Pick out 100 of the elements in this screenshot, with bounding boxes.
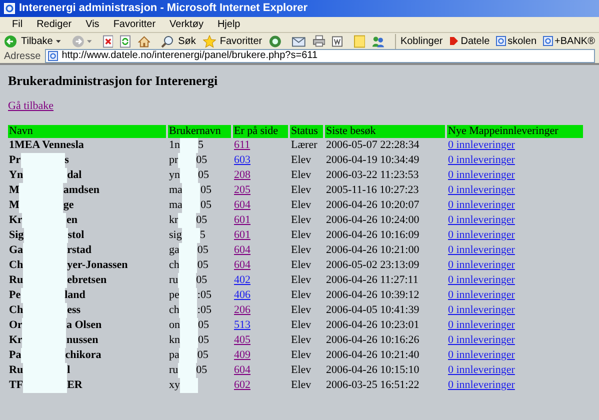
home-icon[interactable]	[138, 34, 150, 48]
deliveries-link[interactable]: 0 innleveringer	[448, 379, 515, 391]
name-cell-text: 1MEA Vennesla	[8, 138, 85, 153]
menu-item[interactable]: Vis	[86, 17, 100, 32]
date-cell-text: 2006-03-25 16:51:22	[325, 378, 420, 393]
deliveries-link[interactable]: 0 innleveringer	[448, 304, 515, 316]
deliveries-link[interactable]: 0 innleveringer	[448, 349, 515, 361]
globe-icon[interactable]	[269, 34, 282, 48]
date-cell-text: 2006-04-26 10:15:10	[325, 363, 420, 378]
deliveries-link[interactable]: 0 innleveringer	[448, 289, 515, 301]
printer-icon[interactable]	[312, 35, 326, 47]
refresh-icon[interactable]	[120, 34, 131, 48]
name-cell-text: Ch ess	[8, 303, 82, 318]
username-cell-text: yn 05	[168, 168, 210, 183]
name-cell-text: Yn dal	[8, 168, 83, 183]
star-icon	[202, 34, 216, 48]
username-cell: xy	[168, 378, 231, 393]
username-cell-text: ru 05	[168, 363, 208, 378]
name-cell-text: Ga rstad	[8, 243, 93, 258]
page-link[interactable]: 603	[234, 154, 250, 166]
page-link[interactable]: 406	[234, 289, 250, 301]
status-cell-text: Elev	[290, 363, 312, 378]
page-link[interactable]: 604	[234, 364, 250, 376]
menu-item[interactable]: Verktøy	[170, 17, 204, 32]
name-cell-text: Sig stol	[8, 228, 86, 243]
dropdown-caret-icon[interactable]	[56, 40, 61, 42]
status-cell-text: Elev	[290, 168, 312, 183]
bookmark-link[interactable]: +BANK®	[542, 34, 595, 48]
column-header: Nye Mappeinnleveringer	[447, 125, 583, 138]
menu-item[interactable]: Hjelp	[217, 17, 240, 32]
date-cell-text: 2006-04-26 10:21:00	[325, 243, 420, 258]
page-link[interactable]: 208	[234, 169, 250, 181]
favorites-button[interactable]: Favoritter	[202, 34, 262, 48]
page-link[interactable]: 409	[234, 349, 250, 361]
page-link[interactable]: 602	[234, 379, 250, 391]
deliveries-link[interactable]: 0 innleveringer	[448, 319, 515, 331]
deliveries-link[interactable]: 0 innleveringer	[448, 139, 515, 151]
username-cell-text: 1n 5	[168, 138, 204, 153]
status-cell-text: Elev	[290, 153, 312, 168]
username-cell-text: pa 05	[168, 348, 210, 363]
status-cell-text: Elev	[290, 183, 312, 198]
links-label: Koblinger	[400, 34, 443, 48]
redaction-block	[23, 378, 68, 393]
name-cell-text: Pe land	[8, 288, 86, 303]
date-cell-text: 2006-04-26 10:21:40	[325, 348, 420, 363]
page-link[interactable]: 604	[234, 199, 250, 211]
page-link[interactable]: 604	[234, 259, 250, 271]
menu-item[interactable]: Favoritter	[113, 17, 156, 32]
page-link[interactable]: 206	[234, 304, 250, 316]
name-cell-text: Kr en	[8, 213, 78, 228]
column-header: Siste besøk	[325, 125, 445, 138]
deliveries-link[interactable]: 0 innleveringer	[448, 259, 515, 271]
status-cell-text: Elev	[290, 213, 312, 228]
name-cell-text: M amdsen	[8, 183, 100, 198]
username-cell-text: ga 05	[168, 243, 210, 258]
page-link[interactable]: 611	[234, 139, 250, 151]
status-cell-text: Elev	[290, 303, 312, 318]
status-cell-text: Lærer	[290, 138, 318, 153]
username-cell-text: pe :05	[168, 288, 212, 303]
page-link[interactable]: 205	[234, 184, 250, 196]
name-cell-text: Ru ebretsen	[8, 273, 108, 288]
page-link[interactable]: 604	[234, 244, 250, 256]
people-icon[interactable]	[372, 34, 384, 48]
menu-item[interactable]: Fil	[12, 17, 23, 32]
deliveries-link[interactable]: 0 innleveringer	[448, 334, 515, 346]
deliveries-link[interactable]: 0 innleveringer	[448, 214, 515, 226]
name-cell-text: Or a Olsen	[8, 318, 103, 333]
deliveries-link[interactable]: 0 innleveringer	[448, 244, 515, 256]
address-field[interactable]: http://www.datele.no/interenergi/panel/brukere.php?s=611	[44, 49, 595, 63]
search-button[interactable]: Søk	[161, 34, 196, 48]
page-link[interactable]: 405	[234, 334, 250, 346]
deliveries-link[interactable]: 0 innleveringer	[448, 169, 515, 181]
deliveries-link[interactable]: 0 innleveringer	[448, 274, 515, 286]
date-cell-text: 2006-04-05 10:41:39	[325, 303, 420, 318]
back-button[interactable]: Tilbake	[4, 34, 53, 48]
column-header: Status	[290, 125, 323, 138]
username-cell-text: ma 05	[168, 198, 212, 213]
document-icon[interactable]	[332, 36, 343, 46]
mail-icon[interactable]	[292, 35, 306, 47]
back-link[interactable]: Gå tilbake	[8, 99, 54, 113]
status-cell-text: Elev	[290, 288, 312, 303]
username-cell-text: ma 05	[168, 183, 212, 198]
page-icon	[542, 36, 553, 46]
page-link[interactable]: 513	[234, 319, 250, 331]
deliveries-link[interactable]: 0 innleveringer	[448, 364, 515, 376]
page-link[interactable]: 601	[234, 214, 250, 226]
menu-item[interactable]: Rediger	[36, 17, 72, 32]
redaction-block	[20, 153, 65, 168]
deliveries-link[interactable]: 0 innleveringer	[448, 199, 515, 211]
status-cell-text: Elev	[290, 378, 312, 393]
page-link[interactable]: 402	[234, 274, 250, 286]
bookmark-link[interactable]: skolen	[496, 34, 537, 48]
deliveries-link[interactable]: 0 innleveringer	[448, 154, 515, 166]
status-cell-text: Elev	[290, 273, 312, 288]
deliveries-link[interactable]: 0 innleveringer	[448, 184, 515, 196]
page-link[interactable]: 601	[234, 229, 250, 241]
stop-icon[interactable]	[102, 34, 114, 48]
bookmark-link[interactable]: Datele	[448, 34, 490, 48]
deliveries-link[interactable]: 0 innleveringer	[448, 229, 515, 241]
status-cell-text: Elev	[290, 228, 312, 243]
